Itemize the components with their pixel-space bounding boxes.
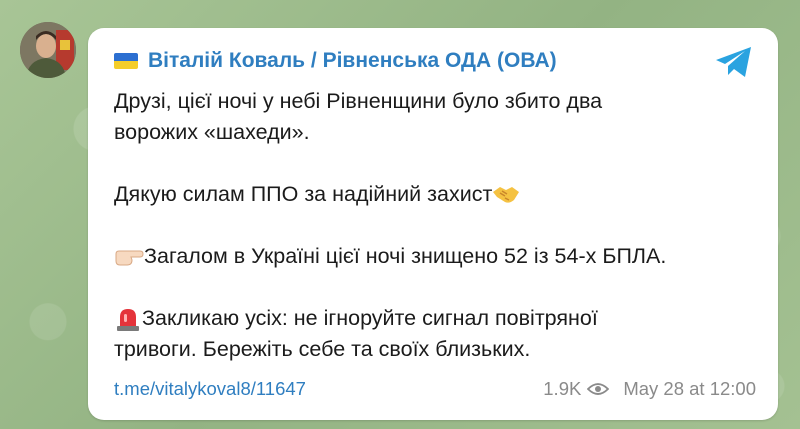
message-meta: 1.9K May 28 at 12:00	[543, 378, 756, 400]
message-text: Друзі, цієї ночі у небі Рівненщини було …	[114, 86, 754, 365]
handshake-emoji	[493, 186, 520, 203]
message-line: тривоги. Бережіть себе та своїх близьких…	[114, 337, 531, 361]
message-paragraph: Загалом в Україні цієї ночі знищено 52 і…	[114, 241, 754, 272]
view-count: 1.9K	[543, 378, 582, 399]
message-line: Закликаю усіх: не ігноруйте сигнал повіт…	[142, 306, 598, 330]
message-header: Віталій Коваль / Рівненська ОДА (ОВА)	[114, 46, 557, 76]
post-link[interactable]: t.me/vitalykoval8/11647	[114, 378, 306, 400]
message-paragraph: Закликаю усіх: не ігноруйте сигнал повіт…	[114, 303, 754, 334]
message-footer: t.me/vitalykoval8/11647 1.9K May 28 at 1…	[114, 376, 756, 402]
channel-name[interactable]: Віталій Коваль / Рівненська ОДА (ОВА)	[148, 49, 557, 73]
ukraine-flag-icon	[114, 53, 138, 69]
avatar[interactable]	[20, 22, 76, 78]
siren-emoji	[117, 308, 139, 331]
message-line: Дякую силам ППО за надійний захист	[114, 182, 493, 206]
avatar-image	[20, 22, 76, 78]
telegram-icon[interactable]	[714, 45, 754, 79]
message-line: ворожих «шахеди».	[114, 120, 310, 144]
pointing-hand-emoji	[115, 250, 144, 265]
eye-icon	[587, 383, 610, 395]
message-line: Друзі, цієї ночі у небі Рівненщини було …	[114, 89, 603, 113]
timestamp: May 28 at 12:00	[623, 378, 756, 399]
message-paragraph: Дякую силам ППО за надійний захист	[114, 179, 754, 210]
message-bubble: Віталій Коваль / Рівненська ОДА (ОВА) Др…	[88, 28, 778, 420]
message-line: Загалом в Україні цієї ночі знищено 52 і…	[144, 244, 667, 268]
